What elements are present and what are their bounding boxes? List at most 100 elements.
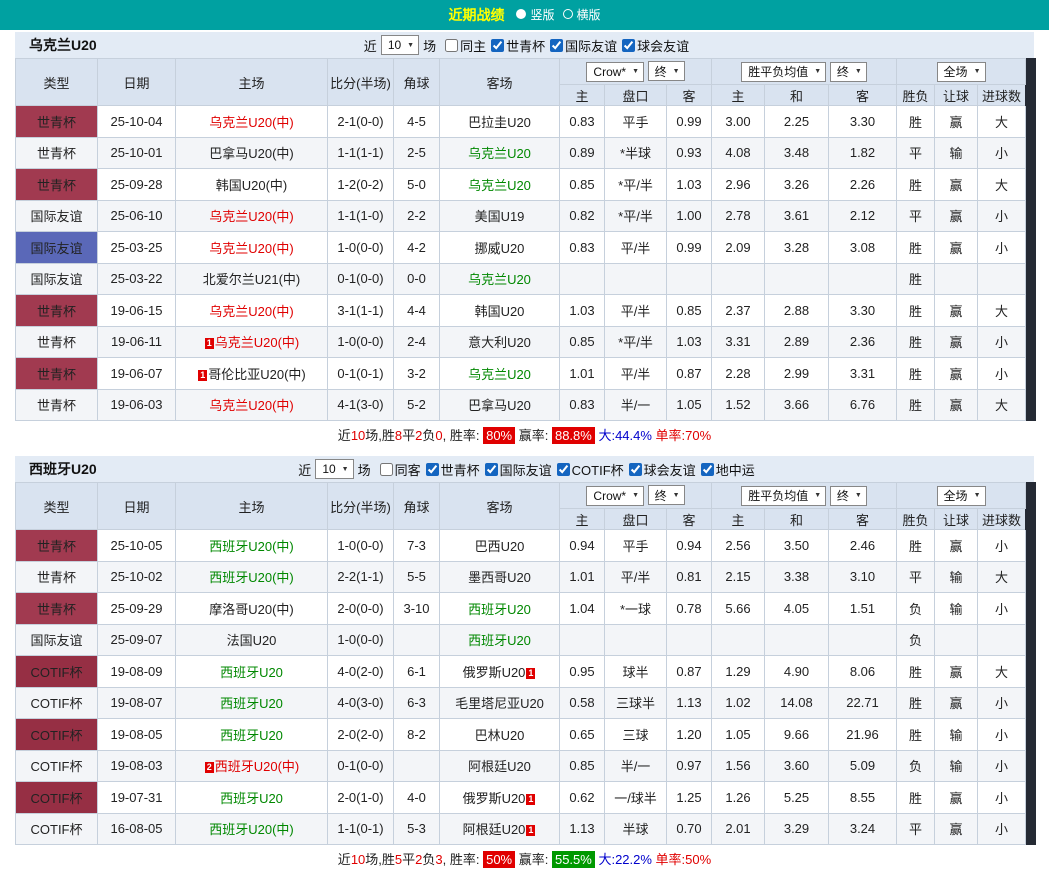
summary-segment: 平	[402, 852, 415, 867]
summary-segment: 3	[435, 852, 442, 867]
checkbox-input[interactable]	[622, 39, 635, 52]
checkbox-input[interactable]	[701, 463, 714, 476]
handicap: 平/半	[605, 358, 667, 390]
corners: 5-3	[394, 813, 440, 845]
radio-selected-icon[interactable]	[516, 9, 526, 19]
chevron-down-icon: ▼	[632, 68, 639, 75]
checkbox-input[interactable]	[445, 39, 458, 52]
filter-checkbox-国际友谊[interactable]: 国际友谊	[550, 36, 617, 55]
checkbox-input[interactable]	[485, 463, 498, 476]
match-count-select[interactable]: 10▼	[315, 459, 353, 479]
home-odds: 0.82	[560, 200, 605, 232]
match-result: 胜	[897, 106, 935, 138]
layout-radio-横版[interactable]: 横版	[563, 6, 601, 23]
bookmaker-select[interactable]: Crow*▼	[586, 62, 644, 82]
home-odds: 1.13	[560, 813, 605, 845]
handicap-result: 输	[935, 750, 978, 782]
away-team: 巴西U20	[440, 530, 560, 562]
odds-stage-select[interactable]: 终▼	[648, 61, 685, 81]
handicap-result: 输	[935, 719, 978, 751]
radio-icon[interactable]	[563, 9, 573, 19]
score: 0-1(0-1)	[328, 358, 394, 390]
col-header-type: 类型	[16, 483, 98, 530]
away-odds: 1.13	[667, 687, 712, 719]
competition-type: COTIF杯	[16, 656, 98, 688]
avg-away: 1.51	[829, 593, 897, 625]
goals-result: 小	[978, 719, 1026, 751]
col-header-away: 客场	[440, 483, 560, 530]
sub-header-avg-draw: 和	[765, 509, 829, 530]
away-team: 阿根廷U20	[440, 750, 560, 782]
filter-checkbox-国际友谊[interactable]: 国际友谊	[485, 460, 552, 479]
scope-header-group: 全场▼	[897, 59, 1026, 85]
avg-away: 3.30	[829, 106, 897, 138]
checkbox-input[interactable]	[550, 39, 563, 52]
away-team-name: 乌克兰U20	[468, 367, 531, 382]
score: 0-1(0-0)	[328, 750, 394, 782]
score: 2-0(0-0)	[328, 593, 394, 625]
avg-odds-select[interactable]: 胜平负均值▼	[741, 62, 826, 82]
score: 1-1(0-1)	[328, 813, 394, 845]
checkbox-input[interactable]	[380, 463, 393, 476]
home-odds	[560, 624, 605, 656]
match-date: 25-06-10	[98, 200, 176, 232]
col-header-corner: 角球	[394, 483, 440, 530]
avg-stage-select[interactable]: 终▼	[830, 62, 867, 82]
handicap-result: 赢	[935, 169, 978, 201]
match-row: 世青杯25-09-29摩洛哥U20(中)2-0(0-0)3-10西班牙U201.…	[16, 593, 1036, 625]
avg-draw: 4.90	[765, 656, 829, 688]
match-date: 25-09-07	[98, 624, 176, 656]
handicap: 半/一	[605, 389, 667, 421]
avg-home: 5.66	[712, 593, 765, 625]
layout-radio-竖版[interactable]: 竖版	[516, 6, 554, 23]
match-count-select[interactable]: 10▼	[381, 35, 419, 55]
goals-result: 小	[978, 782, 1026, 814]
away-team-name: 巴林U20	[475, 728, 525, 743]
filter-checkbox-世青杯[interactable]: 世青杯	[426, 460, 480, 479]
home-team: 乌克兰U20(中)	[176, 232, 328, 264]
filter-checkbox-同主[interactable]: 同主	[445, 36, 486, 55]
handicap: *平/半	[605, 200, 667, 232]
corners: 3-10	[394, 593, 440, 625]
avg-home: 3.00	[712, 106, 765, 138]
filter-checkbox-同客[interactable]: 同客	[380, 460, 421, 479]
handicap-result: 赢	[935, 326, 978, 358]
checkbox-input[interactable]	[491, 39, 504, 52]
bookmaker-select[interactable]: Crow*▼	[586, 486, 644, 506]
match-row: 世青杯19-06-111乌克兰U20(中)1-0(0-0)2-4意大利U200.…	[16, 326, 1036, 358]
odds-stage-select[interactable]: 终▼	[648, 485, 685, 505]
col-header-date: 日期	[98, 59, 176, 106]
match-result: 胜	[897, 719, 935, 751]
handicap-result: 输	[935, 561, 978, 593]
filter-checkbox-世青杯[interactable]: 世青杯	[491, 36, 545, 55]
avg-stage-select[interactable]: 终▼	[830, 486, 867, 506]
col-header-date: 日期	[98, 483, 176, 530]
scope-select[interactable]: 全场▼	[937, 62, 986, 82]
filter-checkbox-地中运[interactable]: 地中运	[701, 460, 755, 479]
checkbox-input[interactable]	[426, 463, 439, 476]
corners: 5-2	[394, 389, 440, 421]
home-odds: 0.62	[560, 782, 605, 814]
checkbox-input[interactable]	[629, 463, 642, 476]
away-team: 意大利U20	[440, 326, 560, 358]
avg-home: 2.96	[712, 169, 765, 201]
home-team: 西班牙U20(中)	[176, 561, 328, 593]
clipped-column	[1026, 813, 1036, 845]
filter-checkbox-COTIF杯[interactable]: COTIF杯	[557, 460, 624, 479]
home-team: 1哥伦比亚U20(中)	[176, 358, 328, 390]
away-team: 巴林U20	[440, 719, 560, 751]
handicap-result: 赢	[935, 106, 978, 138]
checkbox-input[interactable]	[557, 463, 570, 476]
match-row: COTIF杯19-08-032西班牙U20(中)0-1(0-0)阿根廷U200.…	[16, 750, 1036, 782]
filter-checkbox-球会友谊[interactable]: 球会友谊	[622, 36, 689, 55]
home-team: 乌克兰U20(中)	[176, 389, 328, 421]
clipped-column	[1026, 263, 1036, 295]
handicap-result: 赢	[935, 530, 978, 562]
competition-type: 国际友谊	[16, 200, 98, 232]
filter-checkbox-球会友谊[interactable]: 球会友谊	[629, 460, 696, 479]
match-date: 19-07-31	[98, 782, 176, 814]
avg-odds-select[interactable]: 胜平负均值▼	[741, 486, 826, 506]
clipped-column	[1026, 389, 1036, 421]
scope-select[interactable]: 全场▼	[937, 486, 986, 506]
goals-result: 小	[978, 593, 1026, 625]
